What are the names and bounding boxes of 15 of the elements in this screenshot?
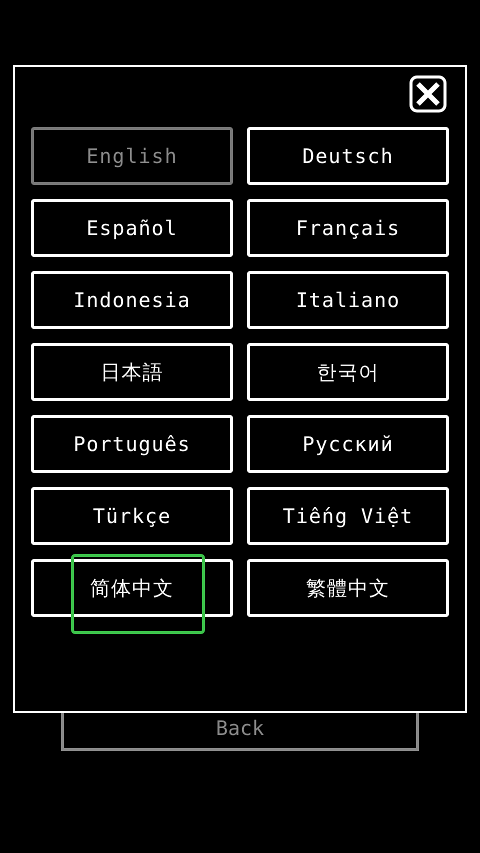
language-button[interactable]: Indonesia	[31, 271, 233, 329]
close-icon[interactable]	[409, 75, 447, 113]
language-button[interactable]: Русский	[247, 415, 449, 473]
language-button[interactable]: Tiếng Việt	[247, 487, 449, 545]
language-button[interactable]: 日本語	[31, 343, 233, 401]
language-button[interactable]: Türkçe	[31, 487, 233, 545]
language-button[interactable]: 简体中文	[31, 559, 233, 617]
language-button[interactable]: Español	[31, 199, 233, 257]
language-button[interactable]: English	[31, 127, 233, 185]
language-button[interactable]: 한국어	[247, 343, 449, 401]
language-button[interactable]: 繁體中文	[247, 559, 449, 617]
language-button[interactable]: Italiano	[247, 271, 449, 329]
language-button[interactable]: Deutsch	[247, 127, 449, 185]
language-button[interactable]: Português	[31, 415, 233, 473]
language-button[interactable]: Français	[247, 199, 449, 257]
